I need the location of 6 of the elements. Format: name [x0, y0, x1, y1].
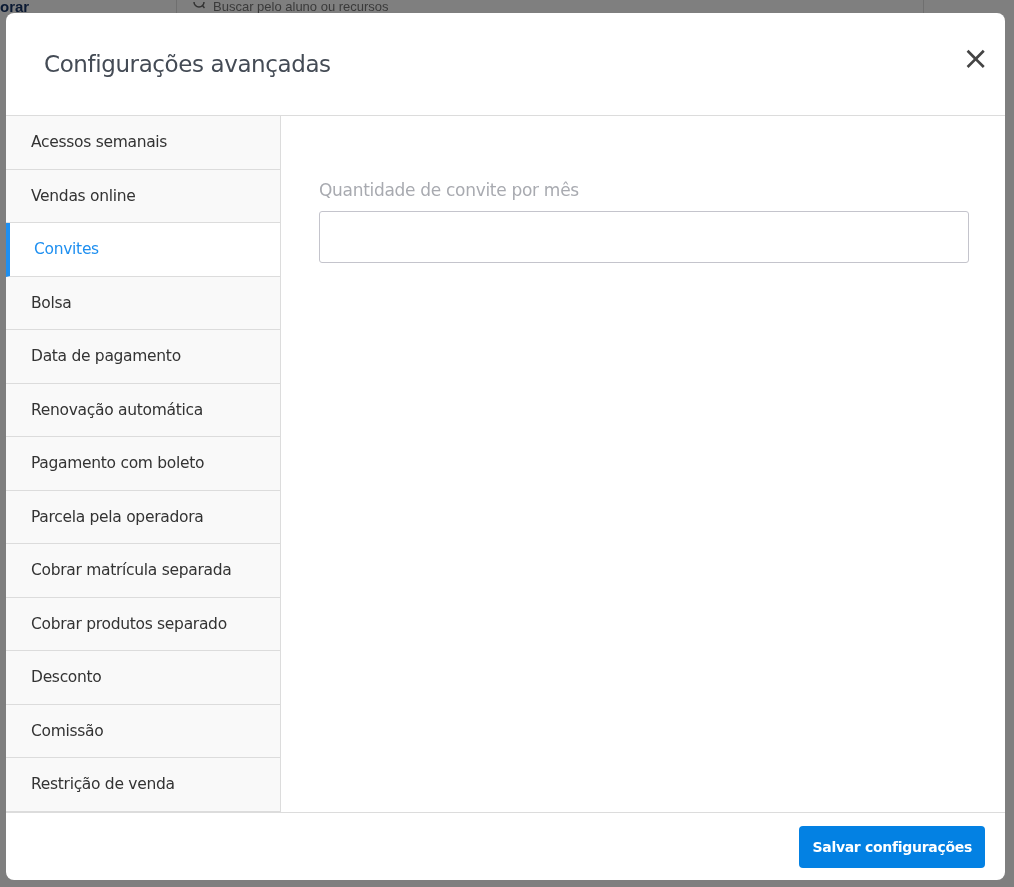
save-button[interactable]: Salvar configurações [799, 825, 985, 868]
search-field[interactable]: Buscar pelo aluno ou recursos [213, 0, 513, 14]
input-field[interactable] [319, 211, 969, 263]
field-label: Quantidade de convite por mês [319, 180, 580, 200]
dialog-title: Configurações avançadas [44, 51, 331, 77]
close-button[interactable]: × [958, 42, 993, 74]
